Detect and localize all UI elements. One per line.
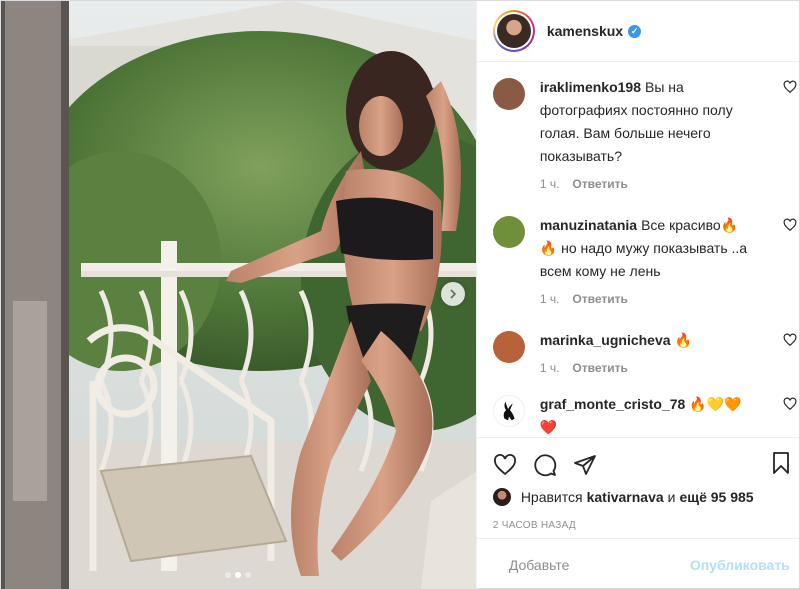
comment-text: manuzinatania Все красиво🔥🔥 но надо мужу … <box>540 214 755 283</box>
comment-item: marinka_ugnicheva 🔥 1 ч. Ответить <box>492 329 799 375</box>
liker-username[interactable]: kativarnava <box>587 489 664 505</box>
publish-button[interactable]: Опубликовать <box>690 557 790 573</box>
likes-connector: и <box>667 489 676 505</box>
commenter-username[interactable]: manuzinatania <box>540 217 637 233</box>
photo-image <box>1 1 476 589</box>
carousel-indicator <box>1 572 476 578</box>
commenter-avatar[interactable] <box>492 78 525 110</box>
post-timestamp[interactable]: 2 часов назад <box>493 520 783 531</box>
reply-button[interactable]: Ответить <box>572 177 627 191</box>
bookmark-icon[interactable] <box>769 451 793 475</box>
carousel-dot <box>225 572 232 578</box>
comment-age[interactable]: 1 ч. <box>540 292 560 306</box>
chevron-right-icon <box>450 289 457 299</box>
instagram-post: kamenskux ✓ iraklimenko198 Вы на фотограф… <box>0 0 800 589</box>
commenter-avatar[interactable] <box>492 216 525 248</box>
comment-like-icon[interactable] <box>783 333 797 347</box>
verified-badge-icon: ✓ <box>628 24 642 38</box>
commenter-avatar[interactable] <box>492 331 525 363</box>
share-send-icon[interactable] <box>573 453 597 477</box>
comment-text: graf_monte_cristo_78 🔥💛🧡❤️ <box>540 393 755 437</box>
comment-message: 🔥 <box>674 332 692 348</box>
comment-text: marinka_ugnicheva 🔥 <box>540 329 755 352</box>
comment-text: iraklimenko198 Вы на фотографиях постоянн… <box>540 76 755 168</box>
post-header: kamenskux ✓ <box>476 1 799 62</box>
carousel-next-button[interactable] <box>441 282 465 306</box>
like-heart-icon[interactable] <box>493 453 517 477</box>
comment-input[interactable] <box>508 556 690 573</box>
comment-age[interactable]: 1 ч. <box>540 177 560 191</box>
add-comment-bar: Опубликовать <box>476 538 799 589</box>
author-avatar[interactable] <box>492 10 535 52</box>
comment-like-icon[interactable] <box>783 218 797 232</box>
comment-item: manuzinatania Все красиво🔥🔥 но надо мужу … <box>492 214 799 306</box>
commenter-avatar[interactable] <box>492 395 525 427</box>
author-username[interactable]: kamenskux <box>547 23 623 39</box>
likes-prefix: Нравится <box>520 489 583 505</box>
commenter-username[interactable]: iraklimenko198 <box>540 79 641 95</box>
comment-like-icon[interactable] <box>783 80 797 94</box>
commenter-username[interactable]: graf_monte_cristo_78 <box>540 396 686 412</box>
comments-list: iraklimenko198 Вы на фотографиях постоянн… <box>477 62 799 437</box>
comment-item: graf_monte_cristo_78🔥💛🧡❤️ 1 ч. Ответить <box>492 393 799 437</box>
bunny-logo-icon <box>503 401 515 421</box>
comment-like-icon[interactable] <box>783 397 797 411</box>
carousel-dot <box>245 572 252 578</box>
post-photo[interactable] <box>1 1 476 589</box>
comment-age[interactable]: 1 ч. <box>540 361 560 375</box>
carousel-dot <box>235 572 242 578</box>
comment-bubble-icon[interactable] <box>533 453 557 477</box>
comment-item: iraklimenko198 Вы на фотографиях постоянн… <box>492 76 799 191</box>
reply-button[interactable]: Ответить <box>572 361 627 375</box>
commenter-username[interactable]: marinka_ugnicheva <box>540 332 671 348</box>
post-sidebar: kamenskux ✓ iraklimenko198 Вы на фотограф… <box>475 1 799 589</box>
likes-summary: Нравится kativarnava и ещё 95 985 <box>492 488 783 506</box>
liker-avatar <box>492 488 511 506</box>
likes-count[interactable]: ещё 95 985 <box>679 489 753 505</box>
reply-button[interactable]: Ответить <box>572 292 627 306</box>
